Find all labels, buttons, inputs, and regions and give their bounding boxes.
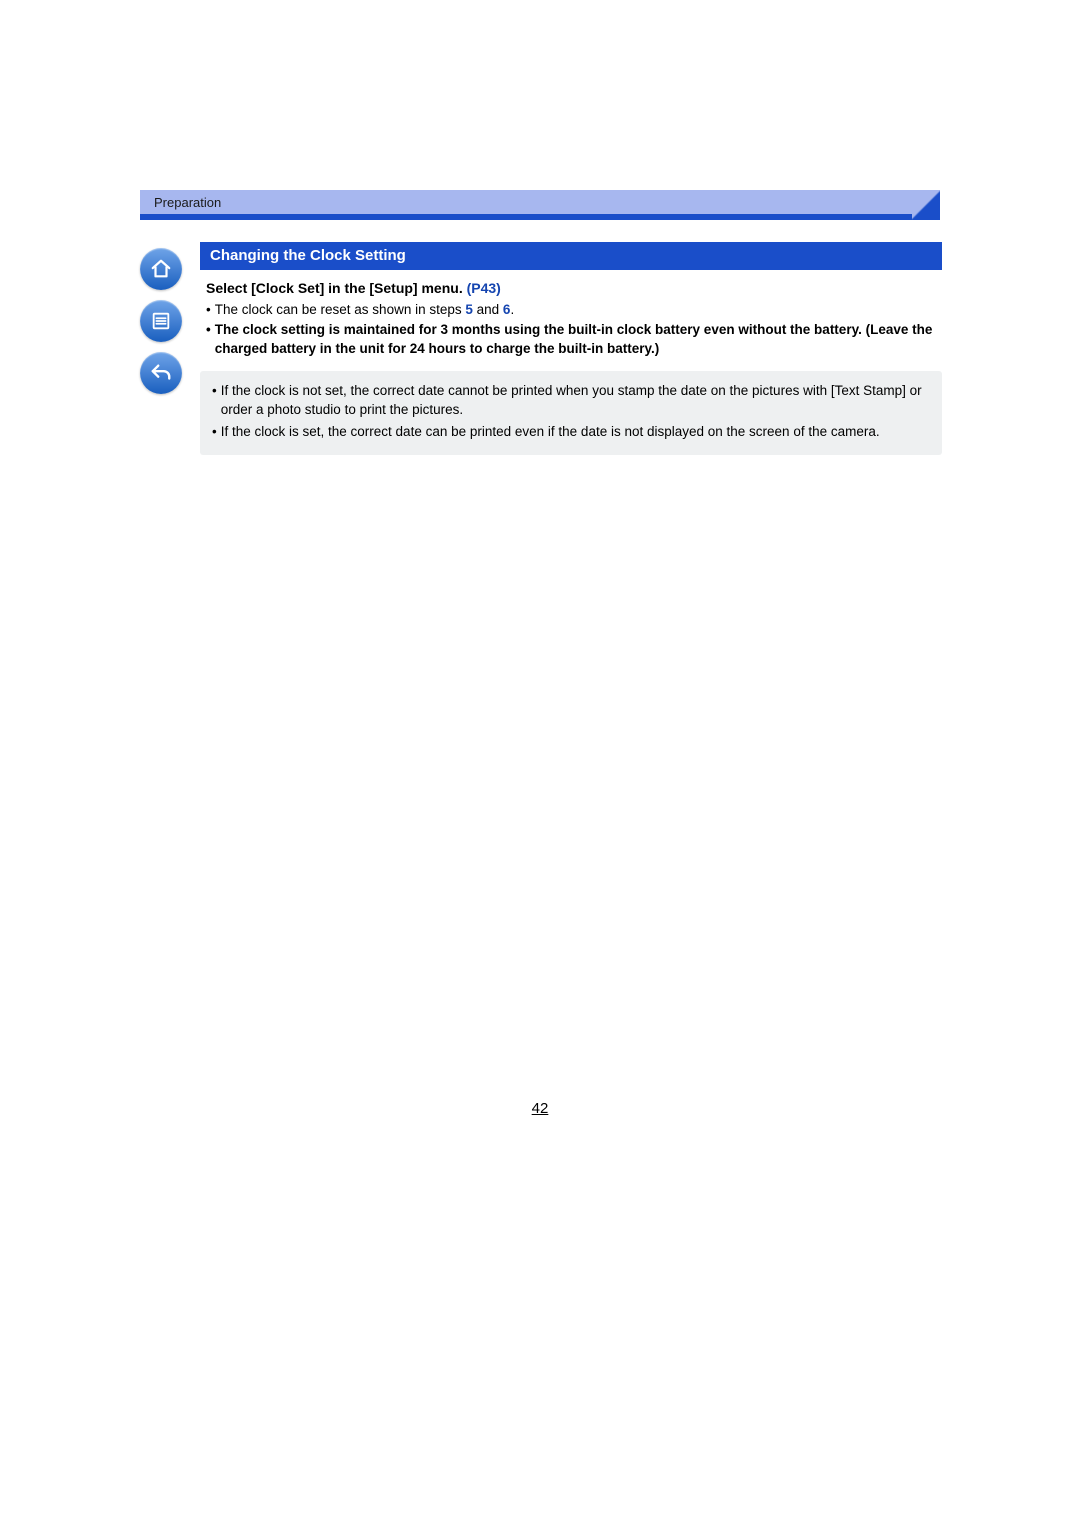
- step-number-link[interactable]: 5: [465, 302, 473, 317]
- bullet-dot: •: [206, 300, 215, 320]
- note-item: • If the clock is not set, the correct d…: [212, 381, 930, 420]
- note-item: • If the clock is set, the correct date …: [212, 422, 930, 442]
- home-button[interactable]: [140, 248, 182, 290]
- bullet-dot: •: [212, 422, 221, 442]
- content-area: Changing the Clock Setting Select [Clock…: [200, 220, 942, 455]
- bullet-text-segment: and: [473, 302, 503, 317]
- bullet-text: The clock setting is maintained for 3 mo…: [215, 320, 936, 359]
- bullet-dot: •: [212, 381, 221, 420]
- bullet-text-segment: .: [510, 302, 514, 317]
- page-reference-link[interactable]: (P43): [467, 280, 501, 296]
- breadcrumb-decoration: [912, 190, 940, 220]
- breadcrumb-text: Preparation: [140, 190, 940, 214]
- back-button[interactable]: [140, 352, 182, 394]
- section-heading: Changing the Clock Setting: [200, 242, 942, 270]
- note-text: If the clock is not set, the correct dat…: [221, 381, 930, 420]
- list-icon: [150, 310, 172, 332]
- bullet-text-segment: The clock can be reset as shown in steps: [215, 302, 466, 317]
- bullet-text: The clock can be reset as shown in steps…: [215, 300, 514, 320]
- note-box: • If the clock is not set, the correct d…: [200, 371, 942, 456]
- bullet-item: • The clock can be reset as shown in ste…: [206, 300, 936, 320]
- back-arrow-icon: [150, 362, 172, 384]
- nav-sidebar: [140, 248, 190, 394]
- contents-button[interactable]: [140, 300, 182, 342]
- instruction-line: Select [Clock Set] in the [Setup] menu. …: [200, 280, 942, 296]
- page-container: Preparation Changing the Clock Setting S…: [140, 190, 940, 455]
- bullet-list: • The clock can be reset as shown in ste…: [200, 300, 942, 371]
- instruction-text: Select [Clock Set] in the [Setup] menu.: [206, 280, 463, 296]
- bullet-item: • The clock setting is maintained for 3 …: [206, 320, 936, 359]
- bullet-dot: •: [206, 320, 215, 359]
- note-text: If the clock is set, the correct date ca…: [221, 422, 880, 442]
- breadcrumb-bar: Preparation: [140, 190, 940, 220]
- page-number[interactable]: 42: [532, 1100, 549, 1117]
- home-icon: [150, 258, 172, 280]
